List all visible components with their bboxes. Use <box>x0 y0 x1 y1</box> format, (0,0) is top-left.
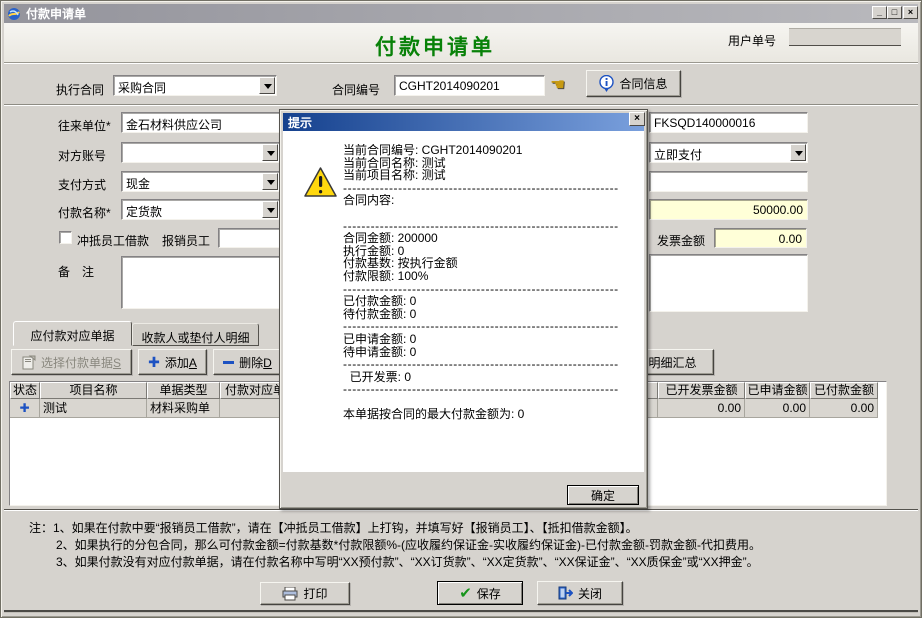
exec-contract-select[interactable]: 采购合同 <box>113 75 277 96</box>
chevron-down-icon[interactable] <box>259 77 275 94</box>
invoice-amount-input[interactable]: 0.00 <box>714 228 807 248</box>
warning-icon <box>304 167 337 197</box>
pay-method-label: 支付方式 <box>58 176 106 193</box>
dialog-close-icon[interactable]: × <box>629 112 645 126</box>
maximize-button[interactable]: □ <box>887 6 902 19</box>
exit-door-icon <box>558 586 573 600</box>
request-no-input[interactable]: FKSQD140000016 <box>649 112 808 133</box>
window-title: 付款申请单 <box>26 5 86 22</box>
remark-label: 备 注 <box>58 263 94 280</box>
user-no-label: 用户单号 <box>728 32 776 49</box>
remark-textarea[interactable] <box>121 256 280 309</box>
right-textarea[interactable] <box>649 254 808 312</box>
minimize-button[interactable]: _ <box>872 6 887 19</box>
pay-name-select[interactable]: 定货款 <box>121 199 280 220</box>
note-line-3: 3、如果付款没有对应付款单据，请在付款名称中写明“XX预付款”、“XX订货款”、… <box>56 553 759 570</box>
reimburse-input[interactable] <box>218 228 280 248</box>
plus-icon: ✚ <box>148 354 160 371</box>
chevron-down-icon[interactable] <box>262 201 278 218</box>
printer-icon <box>282 587 298 601</box>
dialog-title: 提示 <box>288 114 312 131</box>
opponent-account-label: 对方账号 <box>58 147 106 164</box>
opponent-account-select[interactable] <box>121 142 280 163</box>
add-button[interactable]: ✚ 添加A <box>138 349 207 375</box>
chevron-down-icon[interactable] <box>262 144 278 161</box>
pay-timing-select[interactable]: 立即支付 <box>649 142 808 163</box>
close-form-button[interactable]: 关闭 <box>537 581 623 605</box>
invoice-amount-label: 发票金额 <box>657 232 705 249</box>
clipboard-icon <box>22 355 36 370</box>
contract-no-input[interactable]: CGHT2014090201 <box>394 75 545 96</box>
chevron-down-icon[interactable] <box>790 144 806 161</box>
pay-amount-input[interactable]: 50000.00 <box>649 199 808 220</box>
contract-no-label: 合同编号 <box>332 81 380 98</box>
close-button[interactable]: × <box>903 6 918 19</box>
print-button[interactable]: 打印 <box>260 582 350 605</box>
app-icon <box>7 7 21 21</box>
offset-loan-label: 冲抵员工借款 <box>77 232 149 249</box>
row-status-plus-icon: ✚ <box>10 399 40 418</box>
divider <box>4 104 918 106</box>
counterpart-label: 往来单位* <box>58 117 111 134</box>
minus-icon <box>223 361 234 364</box>
ok-button[interactable]: 确定 <box>567 485 639 505</box>
delete-button[interactable]: 删除D <box>213 349 282 375</box>
window-bottom-edge <box>4 610 918 613</box>
tab-payable-documents[interactable]: 应付款对应单据 <box>13 321 132 346</box>
payment-request-window: 付款申请单 _ □ × 付款申请单 用户单号 执行合同 采购合同 合同编号 CG… <box>0 0 922 618</box>
counterpart-input[interactable]: 金石材料供应公司 <box>121 112 280 133</box>
save-button[interactable]: ✔ 保存 <box>437 581 523 605</box>
page-title: 付款申请单 <box>375 31 495 61</box>
chevron-down-icon[interactable] <box>262 173 278 190</box>
offset-loan-checkbox[interactable] <box>59 231 72 244</box>
check-icon: ✔ <box>459 584 472 602</box>
note-line-1: 注：1、如果在付款中要“报销员工借款”，请在【冲抵员工借款】上打钩，并填写好【报… <box>29 519 638 536</box>
user-no-field[interactable] <box>789 28 901 46</box>
dialog-titlebar[interactable]: 提示 <box>283 113 644 131</box>
tab-payee-detail[interactable]: 收款人或垫付人明细 <box>132 323 259 346</box>
dialog-message: 当前合同编号: CGHT2014090201 当前合同名称: 测试 当前项目名称… <box>343 144 640 421</box>
exec-contract-label: 执行合同 <box>56 81 104 98</box>
hint-dialog: 提示 × 当前合同编号: CGHT2014090201 当前合同名称: 测试 当… <box>279 109 648 509</box>
hand-pointer-icon[interactable]: ☚ <box>550 75 565 95</box>
window-titlebar[interactable]: 付款申请单 <box>4 4 918 23</box>
select-payment-doc-button[interactable]: 选择付款单据S <box>11 349 132 375</box>
note-line-2: 2、如果执行的分包合同，那么可付款金额=付款基数*付款限额%-(应收履约保证金-… <box>56 536 761 553</box>
right-empty-input[interactable] <box>649 171 808 192</box>
pay-method-select[interactable]: 现金 <box>121 171 280 192</box>
reimburse-label: 报销员工 <box>162 232 210 249</box>
dialog-body: 当前合同编号: CGHT2014090201 当前合同名称: 测试 当前项目名称… <box>283 131 644 472</box>
contract-info-button[interactable]: 合同信息 <box>586 70 681 97</box>
info-icon <box>599 75 614 92</box>
divider <box>4 509 918 511</box>
pay-name-label: 付款名称* <box>58 204 111 221</box>
